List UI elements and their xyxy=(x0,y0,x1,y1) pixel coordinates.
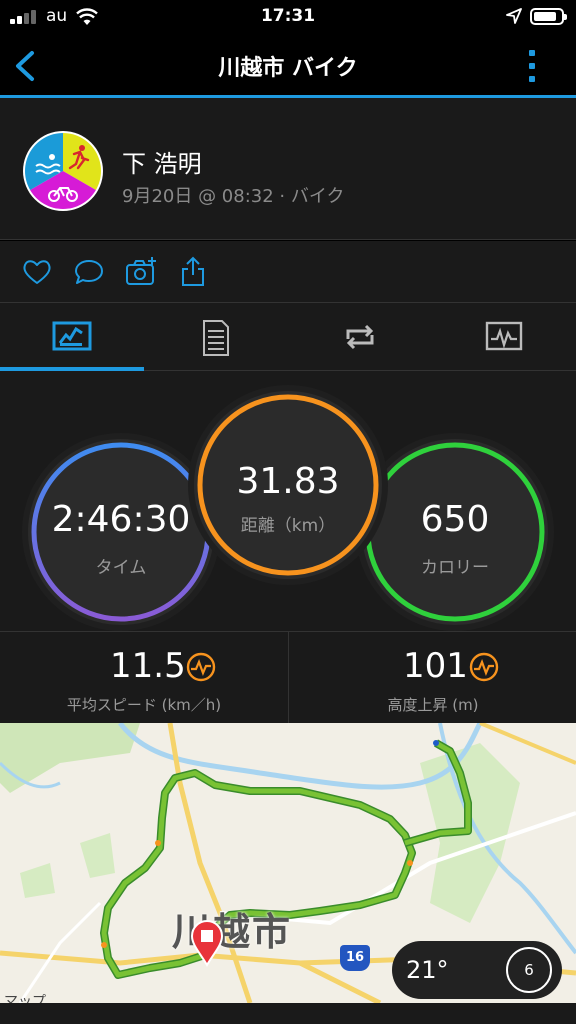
tab-overview[interactable] xyxy=(0,303,144,371)
route-map[interactable]: 川越市 16 マップ 21° 6 xyxy=(0,723,576,1003)
share-icon[interactable] xyxy=(176,255,210,289)
temperature-value: 21° xyxy=(406,956,449,984)
calories-value: 650 xyxy=(420,499,490,540)
nav-bar: 川越市 バイク xyxy=(0,34,576,98)
wind-speed-value: 6 xyxy=(524,961,534,979)
bottom-strip xyxy=(0,1003,576,1024)
tab-bar xyxy=(0,303,576,371)
charts-icon xyxy=(485,321,523,351)
distance-label: 距離（km） xyxy=(240,516,336,536)
sub-stats: 11.5 平均スピード (km／h) 101 高度上昇 (m) xyxy=(0,631,576,724)
wind-indicator: 6 xyxy=(506,947,552,993)
tab-laps[interactable] xyxy=(288,303,432,371)
time-stat: 2:46:30 タイム xyxy=(28,439,214,625)
avg-speed-value: 11.5 xyxy=(110,646,186,686)
elevation-gain-stat[interactable]: 101 高度上昇 (m) xyxy=(288,632,576,724)
activity-header: 下 浩明 9月20日 @ 08:32 · バイク xyxy=(0,98,576,240)
map-pin-icon xyxy=(190,920,224,967)
avg-speed-label: 平均スピード (km／h) xyxy=(66,696,222,714)
road-number-badge: 16 xyxy=(340,945,370,971)
overview-icon xyxy=(52,321,92,351)
battery-icon xyxy=(530,8,567,25)
laps-icon xyxy=(346,324,374,350)
details-icon xyxy=(203,320,229,356)
tab-details[interactable] xyxy=(144,303,288,371)
time-label: タイム xyxy=(95,558,147,578)
page-title: 川越市 バイク xyxy=(218,56,358,81)
action-bar xyxy=(0,241,576,303)
calories-label: カロリー xyxy=(421,558,489,578)
avg-speed-stat[interactable]: 11.5 平均スピード (km／h) xyxy=(0,632,288,724)
more-options-button[interactable] xyxy=(522,48,542,84)
distance-value: 31.83 xyxy=(236,461,340,502)
map-credit: マップ xyxy=(4,994,46,1003)
time-value: 2:46:30 xyxy=(51,499,191,540)
status-time: 17:31 xyxy=(260,6,316,26)
elevation-gain-label: 高度上昇 (m) xyxy=(387,696,479,714)
status-bar: au 17:31 xyxy=(0,0,576,34)
weather-widget[interactable]: 21° 6 xyxy=(392,941,562,999)
location-arrow-icon xyxy=(506,8,522,24)
elevation-gain-value: 101 xyxy=(403,646,468,686)
comment-icon[interactable] xyxy=(72,255,106,289)
calories-stat: 650 カロリー xyxy=(362,439,548,625)
user-name: 下 浩明 xyxy=(122,150,202,178)
tab-charts[interactable] xyxy=(432,303,576,371)
activity-date: 9月20日 @ 08:32 · バイク xyxy=(122,186,345,207)
gauge-icon xyxy=(186,652,216,682)
triathlon-avatar[interactable] xyxy=(22,130,104,212)
add-photo-icon[interactable] xyxy=(124,255,158,289)
gauge-icon xyxy=(469,652,499,682)
heart-icon[interactable] xyxy=(20,255,54,289)
stats-panel: 2:46:30 タイム 650 カロリー 31.83 距離（km） xyxy=(0,371,576,631)
distance-stat: 31.83 距離（km） xyxy=(194,391,382,579)
